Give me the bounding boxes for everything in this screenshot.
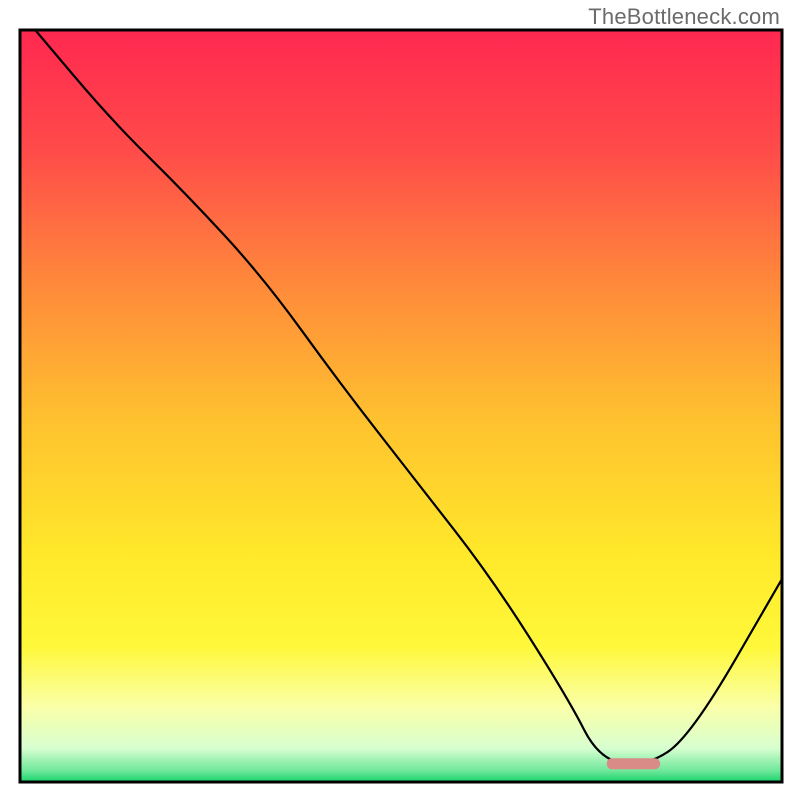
bottleneck-chart	[0, 0, 800, 800]
chart-container: TheBottleneck.com	[0, 0, 800, 800]
watermark-text: TheBottleneck.com	[588, 4, 780, 30]
optimum-marker	[607, 758, 660, 769]
